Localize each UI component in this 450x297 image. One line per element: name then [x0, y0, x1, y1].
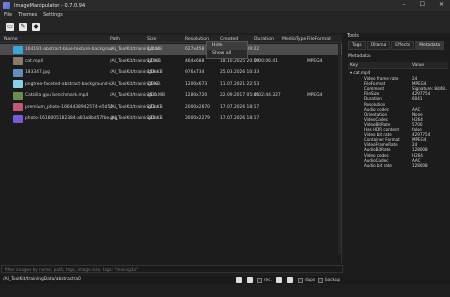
tab-effects[interactable]: Effects	[391, 41, 415, 50]
filter-input[interactable]: filter images by name, path, tags, image…	[1, 265, 343, 273]
table-row[interactable]: Catzilla gpu benchmark.mp4/AI_ToolKit/tr…	[0, 90, 342, 101]
cell-name: 183347.jpg	[25, 70, 50, 75]
metadata-root-label: cat.mp4	[353, 70, 371, 75]
dups-checkbox[interactable]	[298, 277, 303, 283]
cell-created: 11.07.2021 22:53	[220, 81, 260, 87]
table-header: Name Path Size Resolution Created Durati…	[0, 35, 342, 43]
cell-name: photo-1618005182384-a83a8bd57fbe.jpg	[25, 116, 118, 121]
col-duration[interactable]: Duration	[254, 37, 274, 42]
col-size[interactable]: Size	[147, 37, 156, 42]
vertical-scrollbar[interactable]	[338, 44, 341, 254]
rec-label: rec.	[264, 277, 272, 282]
menu-file[interactable]: File	[4, 13, 12, 18]
maximize-button[interactable]: ☐	[420, 1, 425, 8]
cell-size: 1.1 MB	[147, 47, 163, 52]
metadata-key-header[interactable]: Key	[350, 63, 358, 68]
cell-size: 159 KB	[147, 70, 163, 75]
thumbnail-image	[13, 91, 23, 100]
cell-res: 1280x720	[185, 93, 208, 98]
tab-ollama[interactable]: Ollama	[366, 41, 391, 50]
metadata-row[interactable]: Audio bit rate 128008	[348, 163, 448, 168]
menu-settings[interactable]: Settings	[43, 13, 63, 18]
open-folder-icon[interactable]: ▭	[6, 22, 14, 31]
table-row[interactable]: 183347.jpg/AI_ToolKit/trainingDa... 159 K…	[0, 67, 342, 78]
toolbar: ▭ ✎ ◆	[0, 20, 450, 33]
col-mediatype[interactable]: MediaType	[282, 37, 306, 42]
menu-bar: File Themes Settings	[0, 11, 450, 20]
menu-themes[interactable]: Themes	[18, 13, 37, 18]
window-title: ImageManipulator - 0.7.0.94	[14, 2, 86, 9]
cell-res: 1200x673	[185, 81, 208, 87]
col-name[interactable]: Name	[4, 37, 18, 42]
table-row[interactable]: cat.mp4/AI_ToolKit/trainingDa... 12 MB 464…	[0, 56, 342, 67]
metadata-label: Metadata:	[348, 54, 372, 59]
cell-created: 17.07.2026 18:17	[220, 104, 260, 110]
title-bar: ImageManipulator - 0.7.0.94 – ☐ ✕	[0, 0, 450, 11]
rec-checkbox[interactable]	[257, 277, 262, 283]
table-row[interactable]: pngtree-faceted-abstract-background-i...…	[0, 79, 342, 90]
context-menu: Hide Show all	[206, 41, 248, 59]
tag-icon[interactable]: ◆	[32, 22, 40, 31]
cell-res: 976x734	[185, 70, 205, 75]
cell-name: cat.mp4	[25, 58, 44, 64]
status-path: /AI_ToolKit/trainingData/abstract/a0	[3, 277, 81, 282]
tab-tags[interactable]: Tags	[348, 41, 366, 50]
col-path[interactable]: Path	[110, 37, 120, 42]
tools-panel: Tools Tags Ollama Effects Metadata Metad…	[344, 33, 450, 279]
table-row[interactable]: photo-1618005182384-a83a8bd57fbe.jpg/AI_…	[0, 113, 342, 124]
backup-label: backup	[325, 277, 341, 282]
cell-res: 3000x2279	[185, 116, 210, 121]
context-show-all[interactable]: Show all	[207, 50, 247, 58]
cell-size: 35.0 MB	[147, 93, 165, 98]
cell-name: Catzilla gpu benchmark.mp4	[25, 93, 89, 98]
cell-res: 627x458	[185, 47, 205, 52]
cell-created: 25.03.2026 10:33	[220, 70, 260, 75]
tab-metadata[interactable]: Metadata	[415, 41, 445, 50]
tools-tabs: Tags Ollama Effects Metadata	[344, 41, 450, 50]
cell-size: 221 KB	[147, 104, 163, 110]
clear-icon[interactable]	[236, 277, 242, 283]
cell-size: 333 KB	[147, 116, 163, 121]
close-button[interactable]: ✕	[439, 1, 444, 8]
cell-format: MPEG4	[307, 58, 323, 64]
cell-res: 464x688	[185, 58, 205, 64]
context-hide[interactable]: Hide	[207, 42, 247, 50]
metadata-value: 128008	[412, 162, 428, 168]
cell-size: 70 KB	[147, 81, 160, 87]
thumbnail-image	[13, 114, 23, 123]
cell-duration: 0:00:06.41	[254, 58, 278, 64]
metadata-key: Audio bit rate	[364, 162, 392, 168]
table-row[interactable]: 164191-abstract-blue-texture-backgrou...…	[0, 44, 342, 55]
metadata-value-header[interactable]: Value	[412, 63, 424, 68]
thumbnail-image	[13, 80, 23, 88]
tools-title: Tools	[347, 34, 359, 39]
dups-label: dups	[305, 277, 316, 282]
cell-res: 2000x2670	[185, 104, 210, 110]
cell-name: premium_photo-1664438942574-e5d51...	[25, 104, 118, 110]
camera-icon[interactable]	[247, 277, 253, 283]
grid-icon[interactable]	[287, 277, 293, 283]
backup-checkbox[interactable]	[318, 277, 323, 283]
metadata-root[interactable]: ▾ cat.mp4	[348, 70, 448, 75]
thumbnail-image	[13, 103, 23, 111]
thumbnail-image	[13, 57, 23, 65]
cell-name: 164191-abstract-blue-texture-backgrou...	[25, 47, 117, 52]
cell-format: MPEG4	[307, 93, 323, 98]
file-list: Name Path Size Resolution Created Durati…	[0, 35, 342, 263]
cell-duration: 0:02:44.327	[254, 93, 281, 98]
table-row[interactable]: premium_photo-1664438942574-e5d51.../AI_…	[0, 102, 342, 113]
cell-created: 17.07.2026 18:17	[220, 116, 260, 121]
thumbnail-image	[13, 45, 23, 54]
minimize-button[interactable]: –	[403, 1, 406, 8]
app-icon	[3, 2, 10, 9]
col-fileformat[interactable]: FileFormat	[307, 37, 331, 42]
thumbnail-image	[13, 68, 23, 77]
brush-icon[interactable]: ✎	[19, 22, 27, 31]
search-icon[interactable]	[276, 277, 282, 283]
cell-name: pngtree-faceted-abstract-background-i...	[25, 81, 115, 87]
cell-size: 12 MB	[147, 58, 161, 64]
metadata-header: Key Value	[348, 62, 448, 69]
